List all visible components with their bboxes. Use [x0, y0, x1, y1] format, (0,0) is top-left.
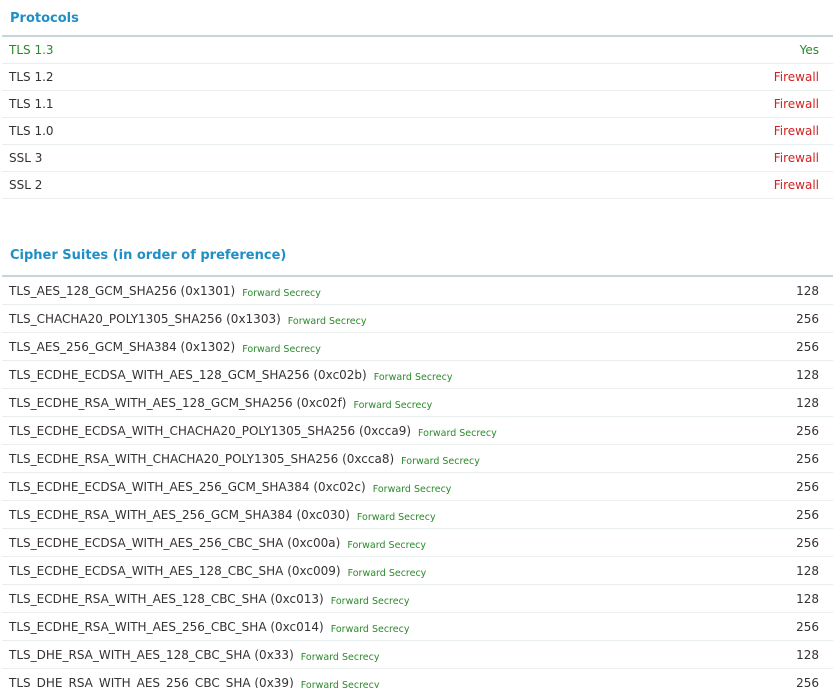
cipher-strength-bits: 256 — [796, 535, 819, 550]
cipher-strength-bits: 256 — [796, 507, 819, 522]
cipher-row: TLS_CHACHA20_POLY1305_SHA256 (0x1303) For… — [2, 305, 833, 333]
cipher-row: TLS_DHE_RSA_WITH_AES_256_CBC_SHA (0x39) F… — [2, 669, 833, 688]
cipher-name: TLS_ECDHE_RSA_WITH_AES_128_CBC_SHA (0xc0… — [9, 591, 324, 606]
cipher-info: TLS_ECDHE_RSA_WITH_AES_256_CBC_SHA (0xc0… — [9, 619, 410, 635]
cipher-row: TLS_ECDHE_RSA_WITH_AES_256_GCM_SHA384 (0… — [2, 501, 833, 529]
protocol-name: SSL 2 — [9, 178, 43, 192]
cipher-info: TLS_ECDHE_RSA_WITH_AES_128_GCM_SHA256 (0… — [9, 395, 433, 411]
cipher-row: TLS_ECDHE_RSA_WITH_AES_128_GCM_SHA256 (0… — [2, 389, 833, 417]
protocol-name: SSL 3 — [9, 151, 43, 165]
cipher-row: TLS_ECDHE_ECDSA_WITH_AES_128_GCM_SHA256 … — [2, 361, 833, 389]
cipher-name: TLS_AES_128_GCM_SHA256 (0x1301) — [9, 283, 236, 298]
protocols-table: TLS 1.3 Yes TLS 1.2 Firewall TLS 1.1 Firewall… — [2, 37, 833, 199]
cipher-name: TLS_ECDHE_ECDSA_WITH_AES_128_GCM_SHA256 … — [9, 367, 367, 382]
cipher-info: TLS_AES_128_GCM_SHA256 (0x1301) Forward S… — [9, 283, 321, 299]
ssl-report-page: Protocols TLS 1.3 Yes TLS 1.2 Firewall TLS 1… — [0, 0, 835, 688]
cipher-suites-table: TLS_AES_128_GCM_SHA256 (0x1301) Forward S… — [2, 277, 833, 688]
cipher-row: TLS_ECDHE_ECDSA_WITH_AES_256_CBC_SHA (0x… — [2, 529, 833, 557]
forward-secrecy-badge: Forward Secrecy — [356, 511, 436, 523]
cipher-info: TLS_DHE_RSA_WITH_AES_128_CBC_SHA (0x33) F… — [9, 647, 380, 663]
cipher-info: TLS_DHE_RSA_WITH_AES_256_CBC_SHA (0x39) F… — [9, 676, 379, 688]
cipher-strength-bits: 128 — [796, 591, 819, 606]
forward-secrecy-badge: Forward Secrecy — [347, 567, 427, 579]
cipher-name: TLS_ECDHE_RSA_WITH_AES_256_CBC_SHA (0xc0… — [9, 619, 324, 634]
protocol-name: TLS 1.3 — [9, 43, 54, 57]
cipher-strength-bits: 128 — [796, 647, 819, 662]
cipher-row: TLS_ECDHE_ECDSA_WITH_AES_128_CBC_SHA (0x… — [2, 557, 833, 585]
cipher-name: TLS_AES_256_GCM_SHA384 (0x1302) — [9, 339, 236, 354]
protocol-row: TLS 1.1 Firewall — [2, 91, 833, 118]
protocol-status: Yes — [799, 43, 819, 57]
cipher-info: TLS_ECDHE_RSA_WITH_AES_128_CBC_SHA (0xc0… — [9, 591, 410, 607]
cipher-strength-bits: 128 — [796, 283, 819, 298]
cipher-name: TLS_DHE_RSA_WITH_AES_256_CBC_SHA (0x39) — [9, 675, 294, 688]
cipher-suites-heading: Cipher Suites (in order of preference) — [2, 240, 833, 277]
cipher-name: TLS_ECDHE_ECDSA_WITH_AES_256_CBC_SHA (0x… — [9, 535, 341, 550]
cipher-strength-bits: 256 — [796, 479, 819, 494]
cipher-row: TLS_DHE_RSA_WITH_AES_128_CBC_SHA (0x33) F… — [2, 641, 833, 669]
protocol-name: TLS 1.0 — [9, 124, 54, 138]
cipher-info: TLS_ECDHE_ECDSA_WITH_AES_128_CBC_SHA (0x… — [9, 563, 427, 579]
cipher-strength-bits: 256 — [796, 675, 819, 688]
cipher-name: TLS_ECDHE_ECDSA_WITH_CHACHA20_POLY1305_S… — [9, 423, 412, 438]
cipher-info: TLS_ECDHE_RSA_WITH_AES_256_GCM_SHA384 (0… — [9, 507, 436, 523]
protocol-row: SSL 3 Firewall — [2, 145, 833, 172]
cipher-strength-bits: 256 — [796, 311, 819, 326]
forward-secrecy-badge: Forward Secrecy — [373, 371, 453, 383]
cipher-strength-bits: 256 — [796, 451, 819, 466]
cipher-row: TLS_ECDHE_ECDSA_WITH_CHACHA20_POLY1305_S… — [2, 417, 833, 445]
protocol-status: Firewall — [773, 178, 819, 192]
forward-secrecy-badge: Forward Secrecy — [242, 343, 321, 355]
forward-secrecy-badge: Forward Secrecy — [330, 595, 410, 607]
cipher-name: TLS_ECDHE_RSA_WITH_AES_128_GCM_SHA256 (0… — [9, 395, 347, 410]
forward-secrecy-badge: Forward Secrecy — [242, 287, 321, 299]
forward-secrecy-badge: Forward Secrecy — [401, 455, 480, 467]
forward-secrecy-badge: Forward Secrecy — [353, 399, 433, 411]
protocol-row: TLS 1.2 Firewall — [2, 64, 833, 91]
cipher-info: TLS_ECDHE_ECDSA_WITH_AES_128_GCM_SHA256 … — [9, 367, 453, 383]
cipher-name: TLS_DHE_RSA_WITH_AES_128_CBC_SHA (0x33) — [9, 647, 294, 662]
protocol-status: Firewall — [773, 70, 819, 84]
cipher-row: TLS_AES_128_GCM_SHA256 (0x1301) Forward S… — [2, 277, 833, 305]
forward-secrecy-badge: Forward Secrecy — [372, 483, 452, 495]
cipher-row: TLS_ECDHE_RSA_WITH_CHACHA20_POLY1305_SHA… — [2, 445, 833, 473]
cipher-info: TLS_ECDHE_ECDSA_WITH_AES_256_GCM_SHA384 … — [9, 479, 452, 495]
cipher-info: TLS_ECDHE_RSA_WITH_CHACHA20_POLY1305_SHA… — [9, 451, 480, 467]
cipher-info: TLS_AES_256_GCM_SHA384 (0x1302) Forward S… — [9, 339, 321, 355]
forward-secrecy-badge: Forward Secrecy — [347, 539, 427, 551]
cipher-name: TLS_CHACHA20_POLY1305_SHA256 (0x1303) — [9, 311, 281, 326]
protocol-status: Firewall — [773, 124, 819, 138]
cipher-row: TLS_ECDHE_ECDSA_WITH_AES_256_GCM_SHA384 … — [2, 473, 833, 501]
cipher-name: TLS_ECDHE_ECDSA_WITH_AES_128_CBC_SHA (0x… — [9, 563, 341, 578]
cipher-row: TLS_ECDHE_RSA_WITH_AES_256_CBC_SHA (0xc0… — [2, 613, 833, 641]
cipher-name: TLS_ECDHE_ECDSA_WITH_AES_256_GCM_SHA384 … — [9, 479, 366, 494]
protocol-name: TLS 1.1 — [9, 97, 54, 111]
protocol-row: SSL 2 Firewall — [2, 172, 833, 199]
cipher-strength-bits: 256 — [796, 423, 819, 438]
cipher-strength-bits: 128 — [796, 395, 819, 410]
cipher-name: TLS_ECDHE_RSA_WITH_AES_256_GCM_SHA384 (0… — [9, 507, 350, 522]
cipher-info: TLS_CHACHA20_POLY1305_SHA256 (0x1303) For… — [9, 311, 367, 327]
cipher-row: TLS_AES_256_GCM_SHA384 (0x1302) Forward S… — [2, 333, 833, 361]
protocols-heading: Protocols — [2, 0, 833, 37]
protocol-row: TLS 1.0 Firewall — [2, 118, 833, 145]
cipher-strength-bits: 256 — [796, 619, 819, 634]
forward-secrecy-badge: Forward Secrecy — [300, 651, 380, 663]
forward-secrecy-badge: Forward Secrecy — [287, 315, 367, 327]
cipher-strength-bits: 128 — [796, 367, 819, 382]
forward-secrecy-badge: Forward Secrecy — [418, 427, 497, 439]
cipher-info: TLS_ECDHE_ECDSA_WITH_CHACHA20_POLY1305_S… — [9, 423, 497, 439]
forward-secrecy-badge: Forward Secrecy — [300, 679, 380, 688]
cipher-strength-bits: 128 — [796, 563, 819, 578]
cipher-name: TLS_ECDHE_RSA_WITH_CHACHA20_POLY1305_SHA… — [9, 451, 395, 466]
cipher-row: TLS_ECDHE_RSA_WITH_AES_128_CBC_SHA (0xc0… — [2, 585, 833, 613]
protocol-status: Firewall — [773, 97, 819, 111]
cipher-strength-bits: 256 — [796, 339, 819, 354]
protocol-row: TLS 1.3 Yes — [2, 37, 833, 64]
forward-secrecy-badge: Forward Secrecy — [330, 623, 410, 635]
cipher-info: TLS_ECDHE_ECDSA_WITH_AES_256_CBC_SHA (0x… — [9, 535, 427, 551]
protocol-name: TLS 1.2 — [9, 70, 54, 84]
protocol-status: Firewall — [773, 151, 819, 165]
